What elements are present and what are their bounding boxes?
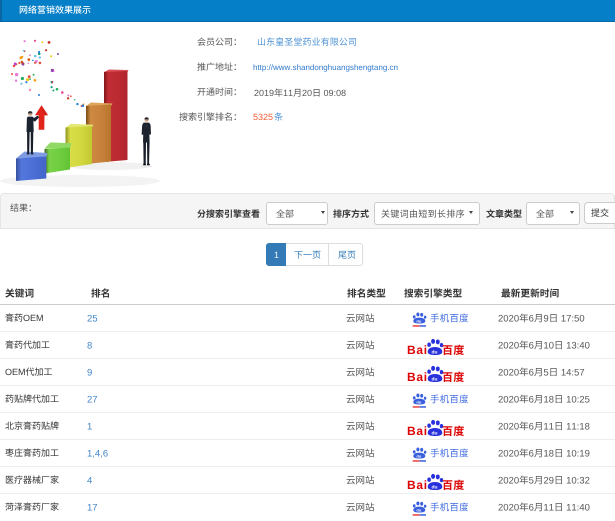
svg-text:du: du: [416, 508, 421, 513]
svg-text:du: du: [432, 484, 438, 490]
svg-text:du: du: [416, 319, 421, 324]
svg-text:du: du: [416, 454, 421, 459]
svg-text:du: du: [432, 349, 438, 355]
svg-text:du: du: [416, 400, 421, 405]
svg-text:du: du: [432, 430, 438, 436]
svg-text:du: du: [432, 376, 438, 382]
